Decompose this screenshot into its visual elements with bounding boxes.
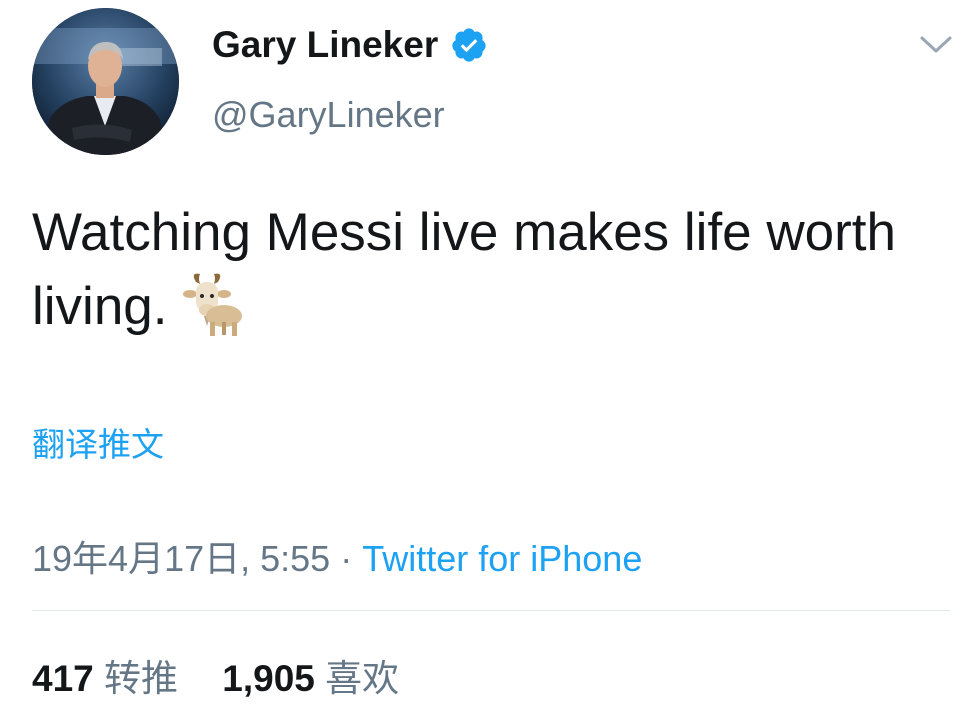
avatar[interactable] [32, 8, 179, 155]
retweets-stat[interactable]: 417 转推 [32, 648, 178, 702]
goat-emoji [182, 273, 242, 336]
divider [32, 610, 950, 611]
likes-label: 喜欢 [325, 658, 400, 699]
retweets-label: 转推 [104, 658, 179, 699]
tweet-text: Watching Messi live makes life worth liv… [32, 196, 932, 344]
chevron-down-icon[interactable] [918, 32, 954, 56]
meta-separator: · [340, 538, 353, 579]
tweet-timestamp[interactable]: 19年4月17日, 5:55 [32, 538, 330, 579]
tweet-source-link[interactable]: Twitter for iPhone [362, 538, 642, 579]
display-name[interactable]: Gary Lineker [212, 24, 488, 66]
translate-tweet-link[interactable]: 翻译推文 [32, 418, 164, 466]
tweet-text-content: Watching Messi live makes life worth liv… [32, 203, 896, 336]
user-handle[interactable]: @GaryLineker [212, 94, 445, 136]
likes-stat[interactable]: 1,905 喜欢 [222, 648, 399, 702]
display-name-text[interactable]: Gary Lineker [212, 24, 438, 66]
retweets-count: 417 [32, 658, 94, 699]
likes-count: 1,905 [222, 658, 315, 699]
tweet-stats: 417 转推 1,905 喜欢 [32, 648, 399, 702]
tweet-meta: 19年4月17日, 5:55 · Twitter for iPhone [32, 530, 642, 582]
verified-badge-icon [452, 28, 486, 62]
